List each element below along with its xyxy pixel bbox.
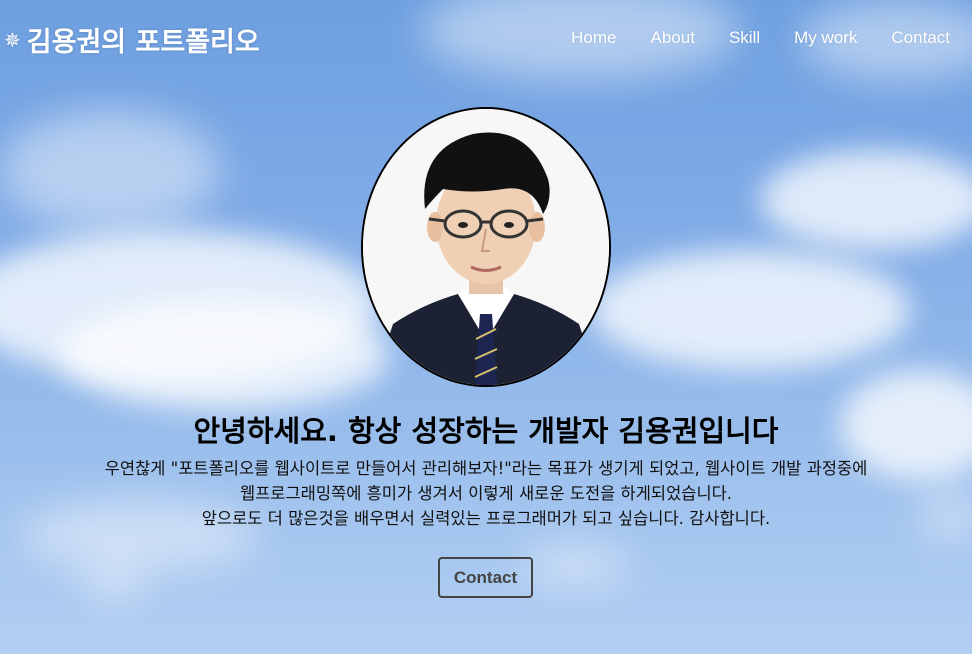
intro-line-1: 우연찮게 "포트폴리오를 웹사이트로 만들어서 관리해보자!"라는 목표가 생기… bbox=[104, 459, 868, 478]
intro-paragraph: 우연찮게 "포트폴리오를 웹사이트로 만들어서 관리해보자!"라는 목표가 생기… bbox=[0, 456, 972, 531]
nav-my-work[interactable]: My work bbox=[794, 28, 857, 48]
site-logo[interactable]: ✵ 김용권의 포트폴리오 bbox=[4, 20, 260, 59]
nav-home[interactable]: Home bbox=[571, 28, 616, 48]
contact-button[interactable]: Contact bbox=[438, 557, 533, 598]
intro-line-2: 웹프로그래밍쪽에 흥미가 생겨서 이렇게 새로운 도전을 하게되었습니다. bbox=[239, 484, 733, 503]
nav-skill[interactable]: Skill bbox=[729, 28, 760, 48]
profile-portrait-illustration bbox=[363, 109, 609, 385]
profile-photo bbox=[361, 107, 611, 387]
nav-about[interactable]: About bbox=[651, 28, 695, 48]
site-title: 김용권의 포트폴리오 bbox=[26, 27, 260, 58]
intro-line-3: 앞으로도 더 많은것을 배우면서 실력있는 프로그래머가 되고 싶습니다. 감사… bbox=[201, 509, 771, 528]
gear-sun-icon: ✵ bbox=[4, 27, 21, 52]
nav-contact[interactable]: Contact bbox=[891, 28, 950, 48]
nav-menu: Home About Skill My work Contact bbox=[537, 28, 950, 48]
top-navbar: ✵ 김용권의 포트폴리오 Home About Skill My work Co… bbox=[0, 0, 972, 78]
hero-headline: 안녕하세요. 항상 성장하는 개발자 김용권입니다 bbox=[193, 414, 779, 448]
